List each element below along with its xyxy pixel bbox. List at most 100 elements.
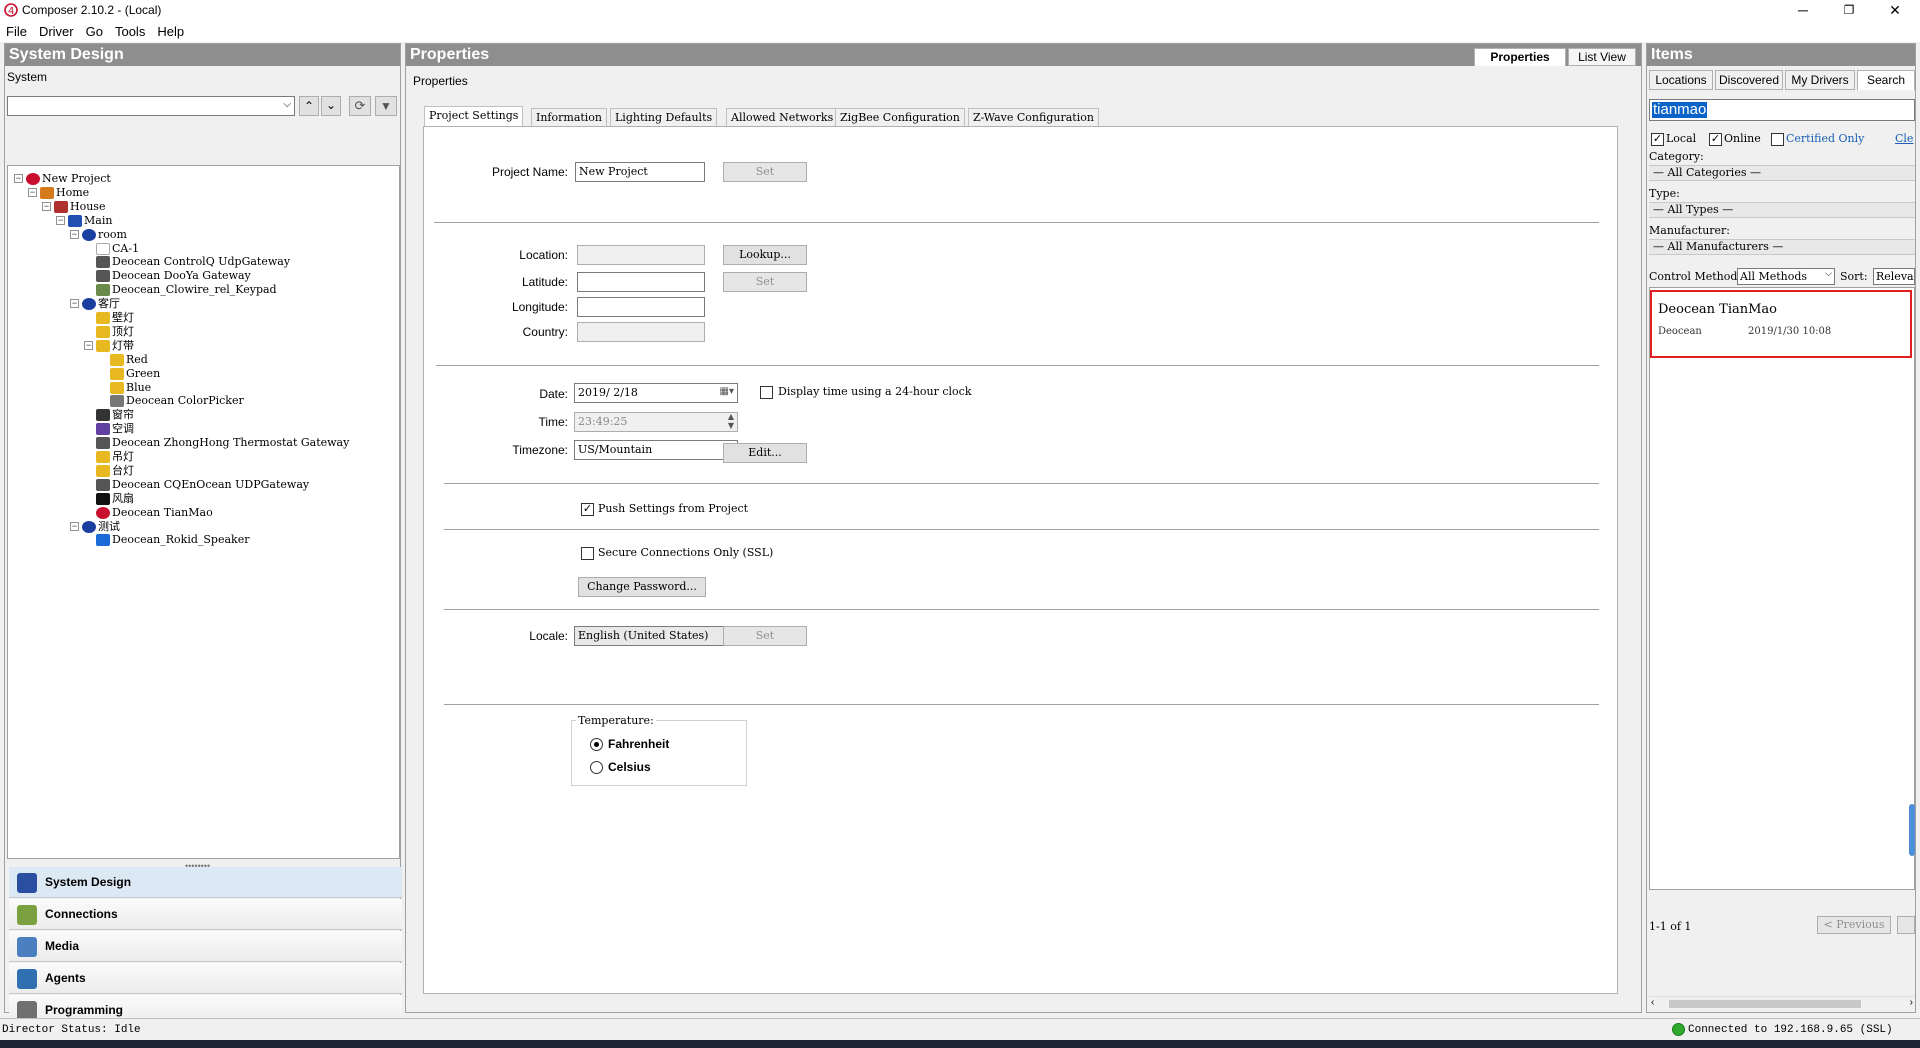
previous-button[interactable]: < Previous [1817, 916, 1891, 934]
tab-allowed-networks[interactable]: Allowed Networks [726, 108, 839, 126]
connection-status-icon [1672, 1023, 1685, 1036]
date-value: 2019/ 2/18 [578, 386, 638, 399]
date-picker[interactable]: 2019/ 2/18 ▦▾ [574, 383, 738, 403]
minimize-button[interactable]: ─ [1780, 0, 1826, 22]
tree-item[interactable]: Deocean_Rokid_Speaker [96, 531, 249, 548]
move-down-button[interactable]: ⌄ [321, 96, 341, 116]
collapse-toggle-icon[interactable]: − [42, 201, 51, 211]
all-manufacturers-item[interactable]: — All Manufacturers — [1649, 239, 1915, 255]
all-categories-item[interactable]: — All Categories — [1649, 165, 1915, 181]
tab-discovered[interactable]: Discovered [1715, 70, 1783, 90]
latitude-label: Latitude: [521, 275, 568, 289]
change-password-button[interactable]: Change Password... [578, 577, 706, 597]
push-settings-checkbox[interactable]: ✓ [581, 503, 594, 516]
lookup-button[interactable]: Lookup... [723, 245, 807, 265]
divider [434, 222, 1599, 223]
system-design-icon [17, 873, 37, 893]
chevron-down-icon: ⌵ [1825, 269, 1832, 279]
time-field[interactable]: 23:49:25 ▲ ▼ [574, 412, 738, 432]
scrollbar-thumb[interactable] [1909, 804, 1915, 856]
filter-icon[interactable]: ▼ [375, 96, 397, 116]
certified-only-checkbox[interactable] [1771, 133, 1784, 146]
close-button[interactable]: ✕ [1872, 0, 1918, 22]
scrollbar-thumb[interactable] [1669, 1000, 1861, 1008]
timezone-edit-button[interactable]: Edit... [723, 443, 807, 463]
move-up-button[interactable]: ⌃ [299, 96, 319, 116]
tab-project-settings[interactable]: Project Settings [424, 106, 524, 127]
tab-lighting-defaults[interactable]: Lighting Defaults [610, 108, 718, 126]
tab-search[interactable]: Search [1857, 70, 1915, 90]
fahrenheit-label: Fahrenheit [608, 737, 670, 751]
tab-locations[interactable]: Locations [1649, 70, 1713, 90]
country-field[interactable] [577, 322, 705, 342]
ssl-label: Secure Connections Only (SSL) [598, 546, 774, 559]
project-name-set-button[interactable]: Set [723, 162, 807, 182]
collapse-toggle-icon[interactable]: − [56, 215, 65, 225]
online-label: Online [1724, 132, 1761, 145]
collapse-toggle-icon[interactable]: − [28, 187, 37, 197]
online-checkbox[interactable]: ✓ [1709, 133, 1722, 146]
fahrenheit-radio[interactable] [590, 738, 603, 751]
tab-zwave-configuration[interactable]: Z-Wave Configuration [968, 108, 1099, 126]
clear-link[interactable]: Cle [1895, 132, 1913, 145]
nav-label: System Design [45, 875, 132, 889]
tab-properties[interactable]: Properties [1474, 48, 1566, 66]
project-name-field[interactable]: New Project [575, 162, 705, 182]
search-input[interactable]: tianmao [1649, 99, 1915, 121]
maximize-button[interactable]: ❐ [1826, 0, 1872, 22]
menu-go[interactable]: Go [80, 22, 109, 39]
temperature-label: Temperature: [576, 714, 656, 727]
tab-zigbee-configuration[interactable]: ZigBee Configuration [835, 108, 965, 126]
nav-connections-button[interactable]: Connections [9, 899, 402, 930]
nav-media-button[interactable]: Media [9, 931, 402, 962]
collapse-toggle-icon[interactable]: − [70, 229, 79, 239]
nav-agents-button[interactable]: Agents [9, 963, 402, 994]
sort-select[interactable]: Relevan [1873, 268, 1915, 285]
refresh-icon[interactable]: ⟳ [349, 96, 371, 116]
all-types-item[interactable]: — All Types — [1649, 202, 1915, 218]
scroll-left-icon[interactable]: ‹ [1651, 997, 1654, 1008]
location-field[interactable] [577, 245, 705, 265]
room-icon [82, 228, 96, 241]
tab-my-drivers[interactable]: My Drivers [1785, 70, 1855, 90]
collapse-toggle-icon[interactable]: − [70, 299, 79, 309]
next-button[interactable] [1897, 916, 1915, 934]
collapse-toggle-icon[interactable]: − [84, 340, 93, 350]
menu-help[interactable]: Help [151, 22, 190, 39]
longitude-field[interactable] [577, 297, 705, 317]
calendar-icon[interactable]: ▦▾ [720, 386, 734, 397]
local-checkbox[interactable]: ✓ [1651, 133, 1664, 146]
tab-information[interactable]: Information [531, 108, 608, 126]
nav-label: Connections [45, 907, 118, 921]
location-set-button[interactable]: Set [723, 272, 807, 292]
result-item-highlight[interactable]: Deocean TianMao Deocean 2019/1/30 10:08 [1650, 290, 1912, 358]
celsius-radio[interactable] [590, 761, 603, 774]
tree-item[interactable]: Deocean_Clowire_rel_Keypad [96, 281, 277, 298]
temperature-group [571, 720, 747, 786]
latitude-field[interactable] [577, 272, 705, 292]
clock24-label: Display time using a 24-hour clock [778, 385, 972, 398]
scroll-right-icon[interactable]: › [1910, 997, 1913, 1008]
ssl-checkbox[interactable] [581, 547, 594, 560]
locale-set-button[interactable]: Set [723, 626, 807, 646]
collapse-toggle-icon[interactable]: − [70, 521, 79, 531]
house-icon [54, 200, 68, 213]
horizontal-scrollbar[interactable]: ‹ › [1649, 996, 1915, 1010]
menu-driver[interactable]: Driver [33, 22, 80, 39]
time-spinner-icon[interactable]: ▲ ▼ [728, 412, 734, 430]
clock24-checkbox[interactable] [760, 386, 773, 399]
menu-tools[interactable]: Tools [109, 22, 151, 39]
nav-system-design-button[interactable]: System Design [9, 867, 402, 898]
control-method-select[interactable]: All Methods ⌵ [1737, 268, 1835, 285]
connection-status: Connected to 192.168.9.65 (SSL) [1688, 1024, 1893, 1036]
tab-list-view[interactable]: List View [1568, 48, 1636, 66]
system-filter-combo[interactable]: ⌵ [7, 96, 295, 116]
speaker-icon [96, 534, 110, 547]
timezone-field[interactable]: US/Mountain [574, 440, 738, 460]
system-tree[interactable]: New Project − Home − House − Main − room − CA-1 Deo… [7, 165, 400, 859]
locale-select[interactable]: English (United States) ⌵ [574, 626, 738, 646]
collapse-toggle-icon[interactable]: − [14, 174, 23, 183]
tree-item-label: Deocean_Clowire_rel_Keypad [112, 283, 277, 297]
menu-file[interactable]: File [0, 22, 33, 39]
type-label: Type: [1649, 187, 1680, 200]
